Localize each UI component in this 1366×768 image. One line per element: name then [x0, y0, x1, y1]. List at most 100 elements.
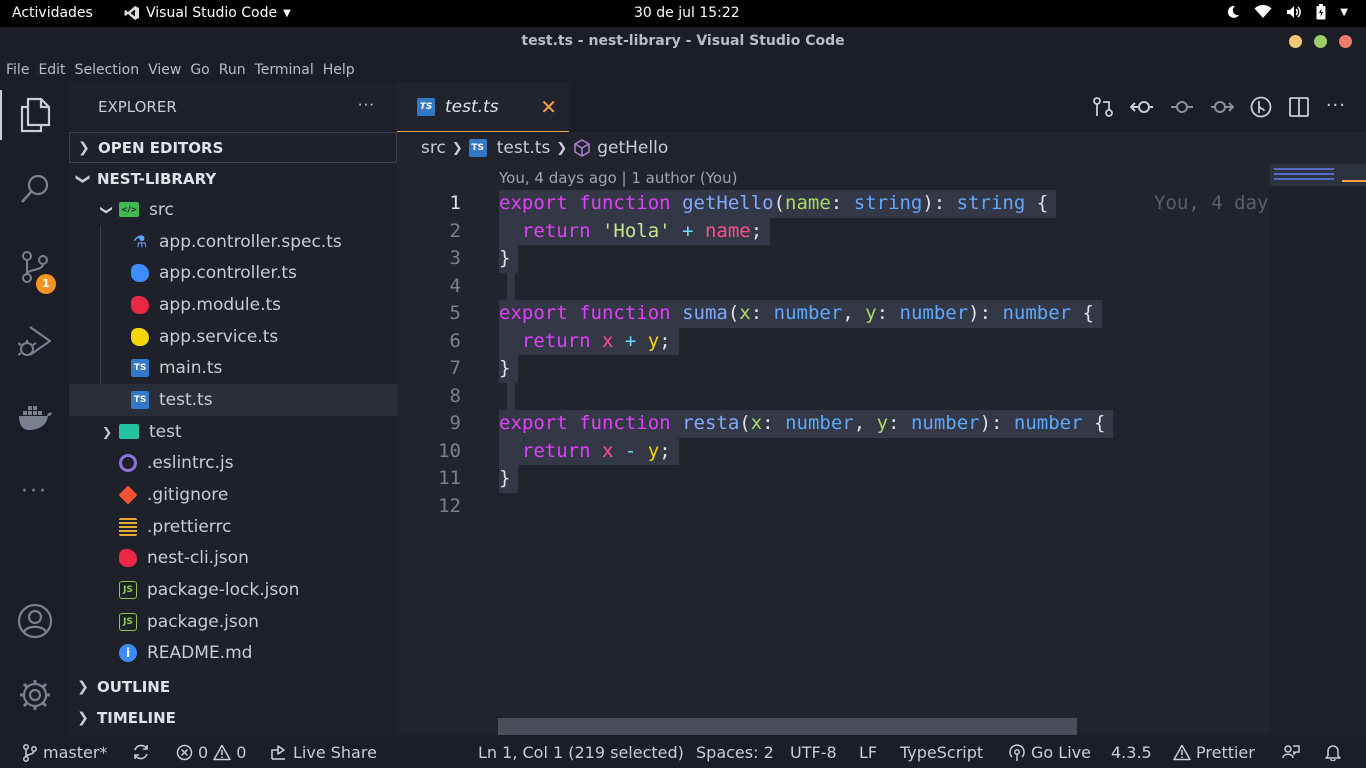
status-bar: master* 0 0 Live Share Ln 1, Col 1 (219 …	[0, 735, 1366, 768]
commit-icon[interactable]	[1170, 96, 1194, 118]
line-number: 4	[449, 274, 461, 297]
previous-change-icon[interactable]	[1129, 96, 1154, 118]
menu-run[interactable]: Run	[219, 56, 252, 82]
run-debug-view-button[interactable]	[0, 316, 69, 366]
breadcrumb-file[interactable]: test.ts	[497, 138, 551, 158]
minimap-line	[1274, 178, 1334, 180]
close-icon[interactable]: ✕	[540, 95, 557, 119]
project-section[interactable]: ❯ NEST-LIBRARY	[69, 163, 397, 194]
section-label: OUTLINE	[97, 677, 171, 696]
live-share-icon	[271, 744, 285, 760]
feedback-button[interactable]	[1282, 743, 1300, 761]
menu-edit[interactable]: Edit	[38, 56, 71, 82]
tree-item[interactable]: app.controller.ts	[69, 257, 397, 289]
tree-item-label: src	[149, 199, 174, 220]
tree-folder-src[interactable]: ❯ </> src	[69, 194, 397, 226]
sync-button[interactable]	[132, 743, 150, 761]
code-line: 5 export function suma(x: number, y: num…	[397, 300, 1277, 328]
tree-item[interactable]: ⚗ app.controller.spec.ts	[69, 226, 397, 258]
explorer-view-button[interactable]	[0, 90, 69, 140]
prettier-icon	[119, 517, 137, 536]
breadcrumb-folder[interactable]: src	[421, 138, 446, 158]
search-view-button[interactable]	[0, 164, 69, 214]
tab-test-ts[interactable]: TS test.ts ✕	[397, 82, 569, 132]
line-number: 12	[438, 494, 461, 517]
tree-item[interactable]: .gitignore	[69, 479, 397, 511]
open-changes-icon[interactable]	[1092, 96, 1114, 118]
gitlens-icon[interactable]	[1250, 96, 1272, 118]
tree-item-label: .prettierrc	[147, 516, 232, 537]
menu-selection[interactable]: Selection	[75, 56, 146, 82]
menu-terminal[interactable]: Terminal	[255, 56, 320, 82]
menu-view[interactable]: View	[148, 56, 187, 82]
ellipsis-icon: ···	[21, 478, 48, 504]
clock[interactable]: 30 de jul 15:22	[634, 5, 740, 21]
tree-item[interactable]: app.service.ts	[69, 321, 397, 353]
tree-item[interactable]: .eslintrc.js	[69, 448, 397, 480]
ts-icon: TS	[468, 139, 487, 157]
source-control-view-button[interactable]: 1	[0, 242, 69, 294]
close-button[interactable]	[1339, 35, 1352, 48]
code-line: 12	[397, 493, 1277, 521]
tree-item[interactable]: i README.md	[69, 638, 397, 670]
more-actions-icon[interactable]: ···	[1326, 96, 1346, 118]
prettier-status[interactable]: Prettier	[1173, 743, 1255, 762]
language-mode[interactable]: TypeScript	[900, 743, 983, 762]
tree-item[interactable]: nest-cli.json	[69, 543, 397, 575]
docker-view-button[interactable]	[0, 392, 69, 442]
go-live-button[interactable]: Go Live	[1008, 743, 1091, 762]
breadcrumb-symbol[interactable]: getHello	[597, 138, 668, 158]
code-line: 2 return 'Hola' + name;	[397, 217, 1277, 245]
split-editor-icon[interactable]	[1288, 96, 1310, 118]
window-titlebar[interactable]: test.ts - nest-library - Visual Studio C…	[0, 27, 1366, 56]
sync-icon	[134, 744, 148, 760]
tree-item[interactable]: TS main.ts	[69, 352, 397, 384]
tree-folder-test[interactable]: ❯ test	[69, 416, 397, 448]
tree-item[interactable]: JS package.json	[69, 606, 397, 638]
activities-button[interactable]: Actividades	[12, 5, 93, 21]
menu-help[interactable]: Help	[323, 56, 361, 82]
indentation-status[interactable]: Spaces: 2	[696, 743, 774, 762]
line-number: 2	[449, 219, 461, 242]
warning-count: 0	[236, 743, 247, 762]
accounts-button[interactable]	[0, 596, 69, 646]
notifications-button[interactable]	[1324, 743, 1342, 761]
code-text: }	[499, 245, 519, 273]
menu-file[interactable]: File	[6, 56, 35, 82]
line-number: 7	[449, 357, 461, 379]
line-number: 9	[449, 412, 461, 434]
open-editors-section[interactable]: ❯ OPEN EDITORS	[69, 132, 397, 163]
live-share-button[interactable]: Live Share	[270, 743, 377, 762]
code-view[interactable]: 1 export function getHello(name: string)…	[397, 190, 1277, 520]
system-tray[interactable]: ▼	[1226, 4, 1348, 20]
cursor-position[interactable]: Ln 1, Col 1 (219 selected)	[478, 743, 684, 762]
problems-status[interactable]: 0 0	[176, 743, 246, 762]
menu-go[interactable]: Go	[190, 56, 215, 82]
minimize-button[interactable]	[1289, 35, 1302, 48]
search-icon	[20, 174, 48, 203]
manage-button[interactable]	[0, 670, 69, 720]
maximize-button[interactable]	[1314, 35, 1327, 48]
more-views-button[interactable]: ···	[0, 466, 69, 516]
editor-area: TS test.ts ✕ ··· src ❯ TS test.ts ❯ getH…	[397, 82, 1366, 735]
code-text	[507, 382, 515, 410]
ellipsis-icon[interactable]: ···	[358, 96, 375, 114]
timeline-section[interactable]: ❯ TIMELINE	[69, 702, 397, 733]
codelens-blame[interactable]: You, 4 days ago | 1 author (You)	[499, 169, 737, 187]
outline-section[interactable]: ❯ OUTLINE	[69, 671, 397, 702]
next-change-icon[interactable]	[1210, 96, 1234, 118]
branch-status[interactable]: master*	[22, 743, 107, 762]
nodejs-icon: JS	[119, 612, 137, 631]
code-line: 4	[397, 272, 1277, 300]
tree-item[interactable]: app.module.ts	[69, 289, 397, 321]
eol-status[interactable]: LF	[859, 743, 877, 762]
tree-item[interactable]: JS package-lock.json	[69, 574, 397, 606]
minimap[interactable]	[1270, 164, 1366, 735]
typescript-version[interactable]: 4.3.5	[1111, 743, 1152, 762]
tree-item[interactable]: TS test.ts	[69, 384, 397, 416]
app-menu[interactable]: Visual Studio Code ▼	[124, 5, 291, 21]
tree-item[interactable]: .prettierrc	[69, 511, 397, 543]
encoding-status[interactable]: UTF-8	[790, 743, 837, 762]
chevron-right-icon: ❯	[556, 140, 568, 156]
horizontal-scrollbar[interactable]	[498, 718, 1077, 735]
